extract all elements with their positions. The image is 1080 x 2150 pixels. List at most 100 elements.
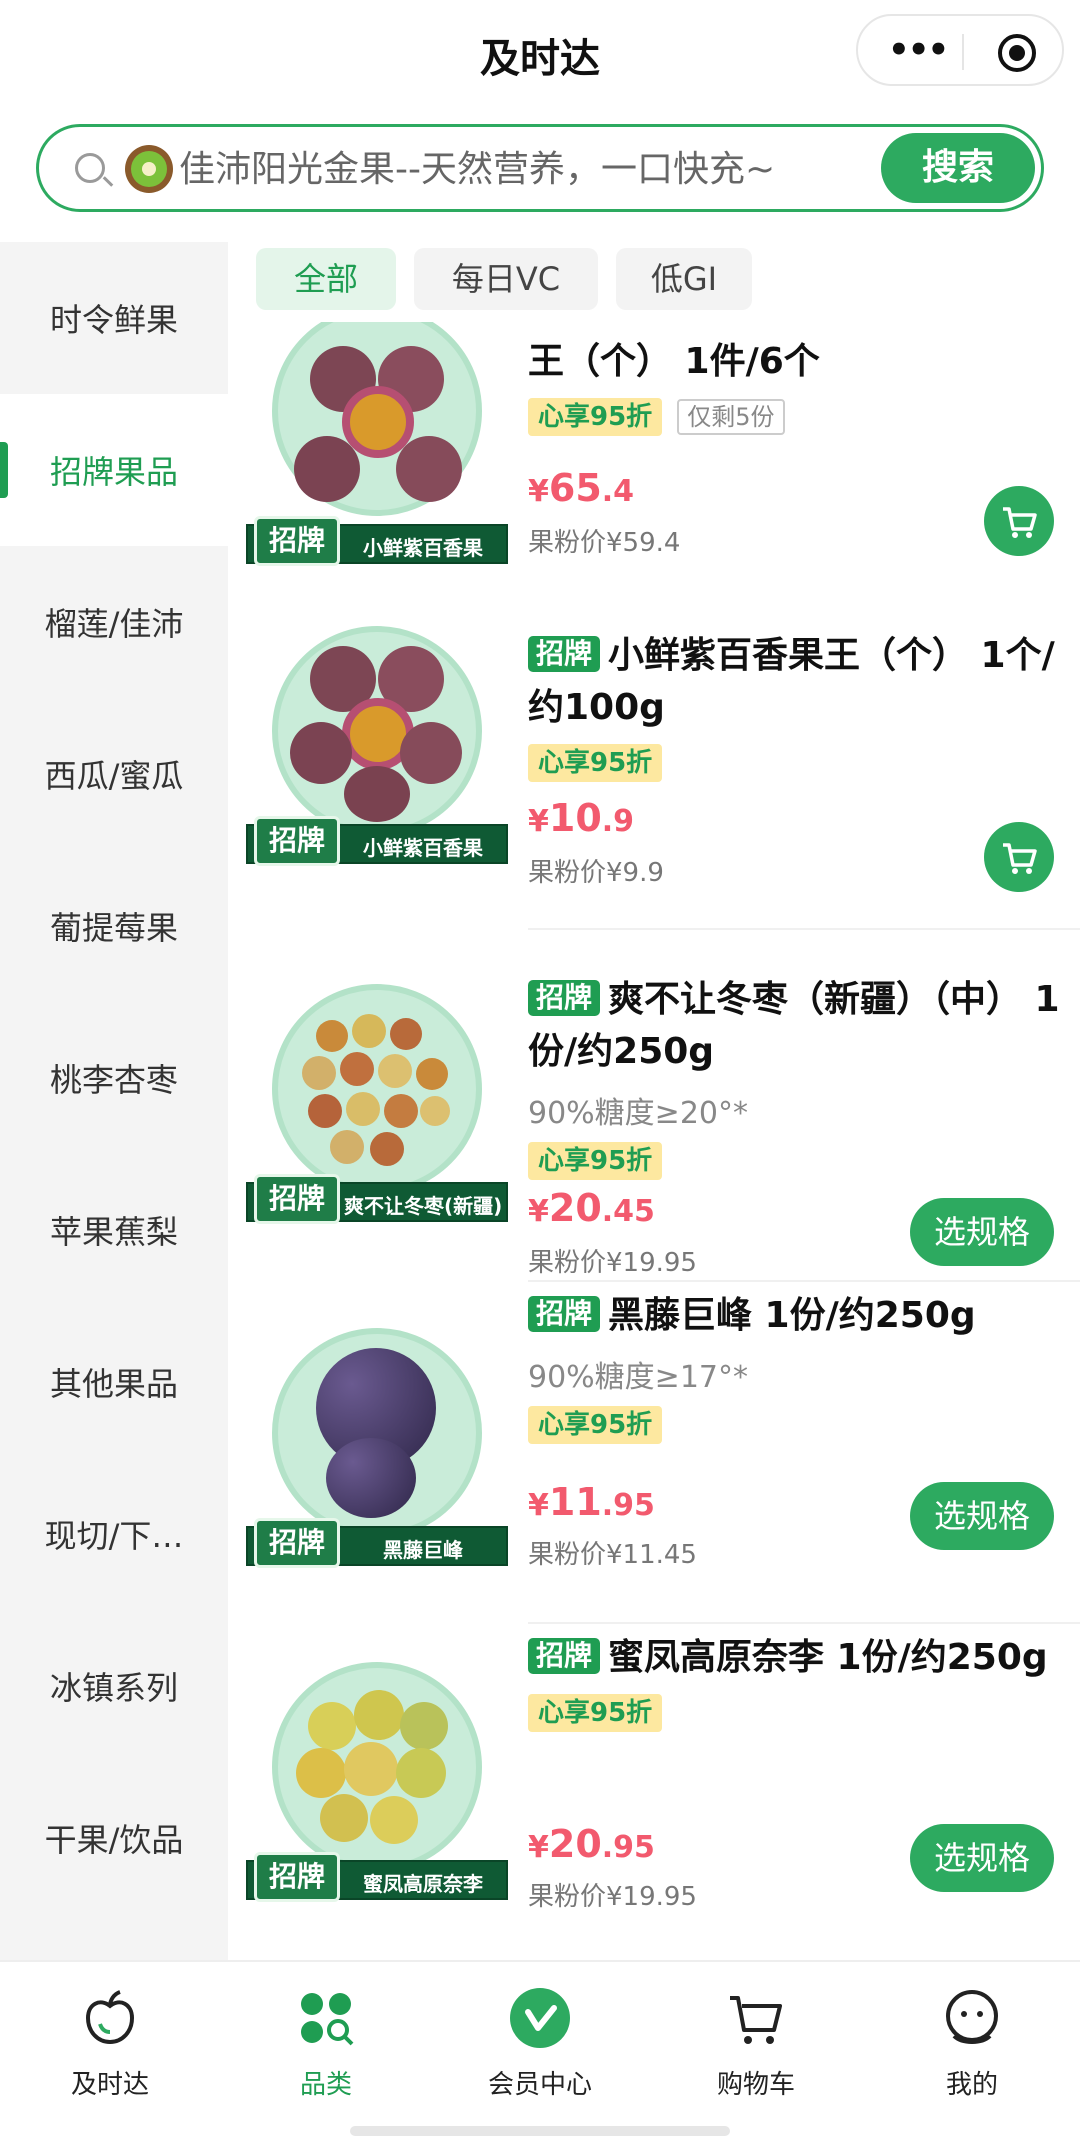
sugar-level: 90%糖度≥17°* (528, 1360, 748, 1395)
product-image[interactable]: 招牌 爽不让冬枣(新疆) (246, 984, 508, 1224)
sidebar-item-stone-fruit[interactable]: 桃李杏枣 (0, 1002, 228, 1154)
product-title: 招牌 小鲜紫百香果王（个） 1个/约100g (528, 635, 1055, 728)
product-list: 招牌 小鲜紫百香果 王（个） 1件/6个 心享95折 仅剩5份 ¥65.4 果粉… (228, 322, 1080, 1960)
nav-instant-delivery[interactable]: 及时达 (30, 1974, 190, 2114)
product-image[interactable]: 招牌 小鲜紫百香果 (246, 322, 508, 566)
member-price: 果粉价¥11.45 (528, 1540, 697, 1570)
plum (400, 1702, 448, 1750)
sidebar-item-nuts-drinks[interactable]: 干果/饮品 (0, 1762, 228, 1914)
plum (354, 1690, 404, 1740)
banner-name: 小鲜紫百香果 (363, 536, 483, 560)
member-price: 果粉价¥19.95 (528, 1882, 697, 1912)
close-target-icon[interactable] (998, 34, 1036, 72)
sidebar-item-grape-berry[interactable]: 葡提莓果 (0, 850, 228, 1002)
product-tags: 心享95折 (528, 1142, 1068, 1182)
product-card[interactable]: 招牌 黑藤巨峰 招牌 黑藤巨峰 1份/约250g 90%糖度≥17°* 心享95折… (228, 1284, 1080, 1614)
category-sidebar: 时令鲜果 招牌果品 榴莲/佳沛 西瓜/蜜瓜 葡提莓果 桃李杏枣 苹果蕉梨 其他果… (0, 242, 228, 1960)
banner-badge: 招牌 (254, 816, 340, 866)
bottom-nav: 及时达 品类 会员中心 购物车 我的 (0, 1960, 1080, 2150)
product-tags: 心享95折 (528, 744, 1068, 784)
stock-badge: 仅剩5份 (677, 399, 785, 435)
grape-bunch (326, 1438, 416, 1518)
signature-badge: 招牌 (528, 980, 601, 1016)
discount-badge: 心享95折 (528, 1142, 663, 1180)
product-price: ¥65.4 (528, 466, 635, 510)
plum (320, 1794, 368, 1842)
product-info: 招牌 蜜凤高原奈李 1份/约250g 心享95折 (528, 1632, 1068, 1734)
cart-icon (730, 1996, 782, 2044)
nav-label: 及时达 (70, 2070, 149, 2100)
search-button[interactable]: 搜索 (881, 133, 1035, 203)
product-title: 招牌 蜜凤高原奈李 1份/约250g (528, 1632, 1068, 1684)
add-to-cart-button[interactable] (984, 486, 1054, 556)
nav-category[interactable]: 品类 (246, 1974, 406, 2114)
passion-fruit (344, 766, 410, 822)
product-title: 王（个） 1件/6个 (528, 341, 820, 382)
jujube (390, 1018, 422, 1050)
discount-badge: 心享95折 (528, 1694, 663, 1732)
product-banner: 招牌 蜜凤高原奈李 (246, 1852, 508, 1902)
banner-name: 爽不让冬枣(新疆) (344, 1194, 502, 1218)
sidebar-item-chilled[interactable]: 冰镇系列 (0, 1610, 228, 1762)
product-info: 招牌 小鲜紫百香果王（个） 1个/约100g 心享95折 (528, 630, 1068, 784)
banner-badge: 招牌 (254, 1518, 340, 1568)
kiwi-icon (125, 145, 173, 193)
sidebar-item-fresh-cut[interactable]: 现切/下… (0, 1458, 228, 1610)
tab-all[interactable]: 全部 (256, 248, 396, 310)
plum (344, 1742, 398, 1796)
search-bar: 搜索 (36, 124, 1044, 212)
product-card[interactable]: 招牌 蜜凤高原奈李 招牌 蜜凤高原奈李 1份/约250g 心享95折 ¥20.95… (228, 1626, 1080, 1960)
select-spec-button[interactable]: 选规格 (910, 1198, 1054, 1266)
banner-badge: 招牌 (254, 1174, 340, 1224)
sugar-level: 90%糖度≥20°* (528, 1096, 748, 1131)
passion-fruit (400, 722, 462, 784)
product-image[interactable]: 招牌 小鲜紫百香果 (246, 626, 508, 866)
jujube (340, 1052, 374, 1086)
category-icon (301, 1993, 354, 2046)
mini-program-capsule: ••• (856, 14, 1064, 86)
product-card[interactable]: 招牌 爽不让冬枣(新疆) 招牌 爽不让冬枣（新疆）（中） 1份/约250g 90%… (228, 932, 1080, 1278)
sidebar-item-signature[interactable]: 招牌果品 (0, 394, 228, 546)
nav-profile[interactable]: 我的 (892, 1974, 1052, 2114)
sidebar-item-seasonal[interactable]: 时令鲜果 (0, 242, 228, 394)
product-card[interactable]: 招牌 小鲜紫百香果 招牌 小鲜紫百香果王（个） 1个/约100g 心享95折 ¥1… (228, 596, 1080, 926)
tab-low-gi[interactable]: 低GI (616, 248, 752, 310)
product-image[interactable]: 招牌 蜜凤高原奈李 (246, 1662, 508, 1902)
list-divider (528, 928, 1080, 930)
banner-badge: 招牌 (254, 1852, 340, 1902)
nav-label: 品类 (299, 2070, 352, 2100)
list-divider (528, 1280, 1080, 1282)
product-info: 招牌 爽不让冬枣（新疆）（中） 1份/约250g 90%糖度≥20°* 心享95折 (528, 974, 1068, 1182)
product-price: ¥20.95 (528, 1822, 655, 1866)
product-banner: 招牌 小鲜紫百香果 (246, 516, 508, 566)
jujube (330, 1130, 364, 1164)
more-dots-icon[interactable]: ••• (888, 33, 949, 67)
sidebar-item-other-fruit[interactable]: 其他果品 (0, 1306, 228, 1458)
top-bar: 及时达 ••• (0, 0, 1080, 112)
select-spec-button[interactable]: 选规格 (910, 1482, 1054, 1550)
discount-badge: 心享95折 (528, 744, 663, 782)
jujube (316, 1020, 348, 1052)
sidebar-item-melon[interactable]: 西瓜/蜜瓜 (0, 698, 228, 850)
product-image[interactable]: 招牌 黑藤巨峰 (246, 1328, 508, 1568)
product-card[interactable]: 招牌 小鲜紫百香果 王（个） 1件/6个 心享95折 仅剩5份 ¥65.4 果粉… (228, 322, 1080, 596)
capsule-divider (962, 34, 964, 70)
jujube (346, 1092, 380, 1126)
select-spec-button[interactable]: 选规格 (910, 1824, 1054, 1892)
nav-cart[interactable]: 购物车 (676, 1974, 836, 2114)
product-price: ¥20.45 (528, 1186, 655, 1230)
add-to-cart-button[interactable] (984, 822, 1054, 892)
product-banner: 招牌 黑藤巨峰 (246, 1518, 508, 1568)
apple-icon (85, 1990, 135, 2045)
product-info: 王（个） 1件/6个 心享95折 仅剩5份 (528, 336, 1068, 438)
nav-label: 购物车 (716, 2070, 795, 2100)
member-icon (510, 1988, 570, 2048)
product-title: 招牌 黑藤巨峰 1份/约250g (528, 1290, 1068, 1342)
search-input[interactable] (179, 139, 899, 199)
tab-daily-vc[interactable]: 每日VC (414, 248, 598, 310)
plum (370, 1796, 418, 1844)
sidebar-item-durian-zespri[interactable]: 榴莲/佳沛 (0, 546, 228, 698)
nav-member-center[interactable]: 会员中心 (460, 1974, 620, 2114)
member-price: 果粉价¥9.9 (528, 858, 664, 888)
sidebar-item-apple-banana-pear[interactable]: 苹果蕉梨 (0, 1154, 228, 1306)
